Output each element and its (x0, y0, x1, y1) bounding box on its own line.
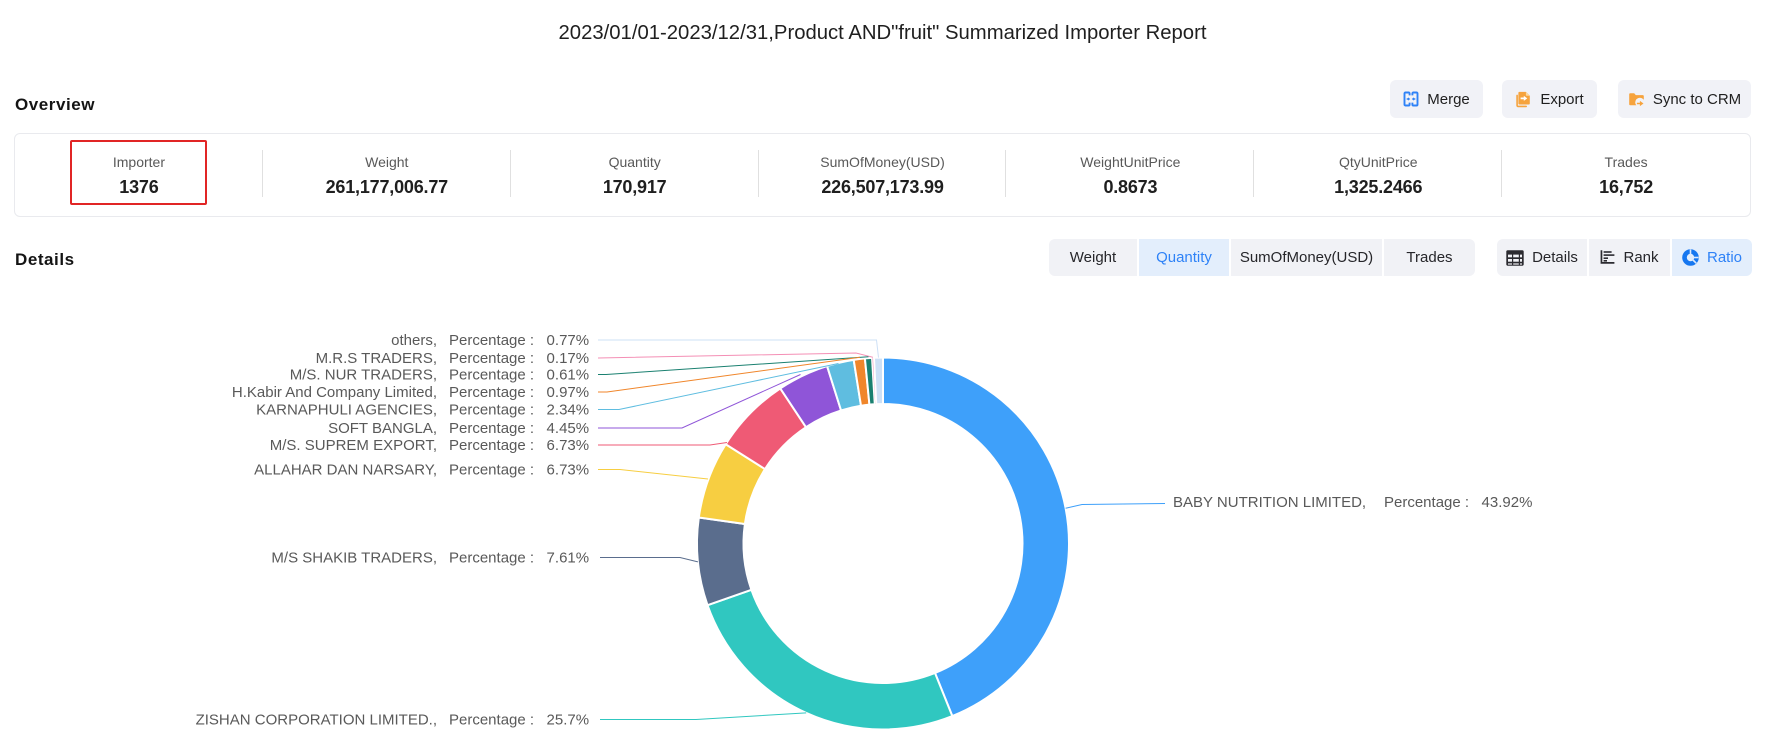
svg-text:Percentage : 0.17%: Percentage : 0.17% (449, 350, 589, 367)
svg-text:Percentage : 0.97%: Percentage : 0.97% (449, 384, 589, 401)
svg-text:Percentage : 43.92%: Percentage : 43.92% (1384, 494, 1532, 511)
svg-text:Percentage : 25.7%: Percentage : 25.7% (449, 712, 589, 729)
svg-text:Percentage : 0.77%: Percentage : 0.77% (449, 332, 589, 349)
svg-text:others,: others, (391, 332, 437, 349)
svg-text:Percentage : 4.45%: Percentage : 4.45% (449, 420, 589, 437)
svg-text:ALLAHAR DAN NARSARY,: ALLAHAR DAN NARSARY, (254, 462, 437, 479)
svg-text:ZISHAN CORPORATION LIMITED.,: ZISHAN CORPORATION LIMITED., (196, 712, 437, 729)
svg-text:M/S. SUPREM EXPORT,: M/S. SUPREM EXPORT, (270, 437, 437, 454)
svg-text:H.Kabir And Company Limited,: H.Kabir And Company Limited, (232, 384, 437, 401)
svg-text:Percentage : 6.73%: Percentage : 6.73% (449, 462, 589, 479)
svg-text:KARNAPHULI AGENCIES,: KARNAPHULI AGENCIES, (256, 402, 437, 419)
svg-text:Percentage : 0.61%: Percentage : 0.61% (449, 367, 589, 384)
svg-text:M/S. NUR TRADERS,: M/S. NUR TRADERS, (290, 367, 437, 384)
svg-text:Percentage : 6.73%: Percentage : 6.73% (449, 437, 589, 454)
svg-text:Percentage : 7.61%: Percentage : 7.61% (449, 550, 589, 567)
svg-text:BABY NUTRITION LIMITED,: BABY NUTRITION LIMITED, (1173, 494, 1366, 511)
svg-text:Percentage : 2.34%: Percentage : 2.34% (449, 402, 589, 419)
svg-text:SOFT BANGLA,: SOFT BANGLA, (328, 420, 437, 437)
svg-text:M/S SHAKIB TRADERS,: M/S SHAKIB TRADERS, (271, 550, 437, 567)
svg-text:M.R.S TRADERS,: M.R.S TRADERS, (316, 350, 437, 367)
